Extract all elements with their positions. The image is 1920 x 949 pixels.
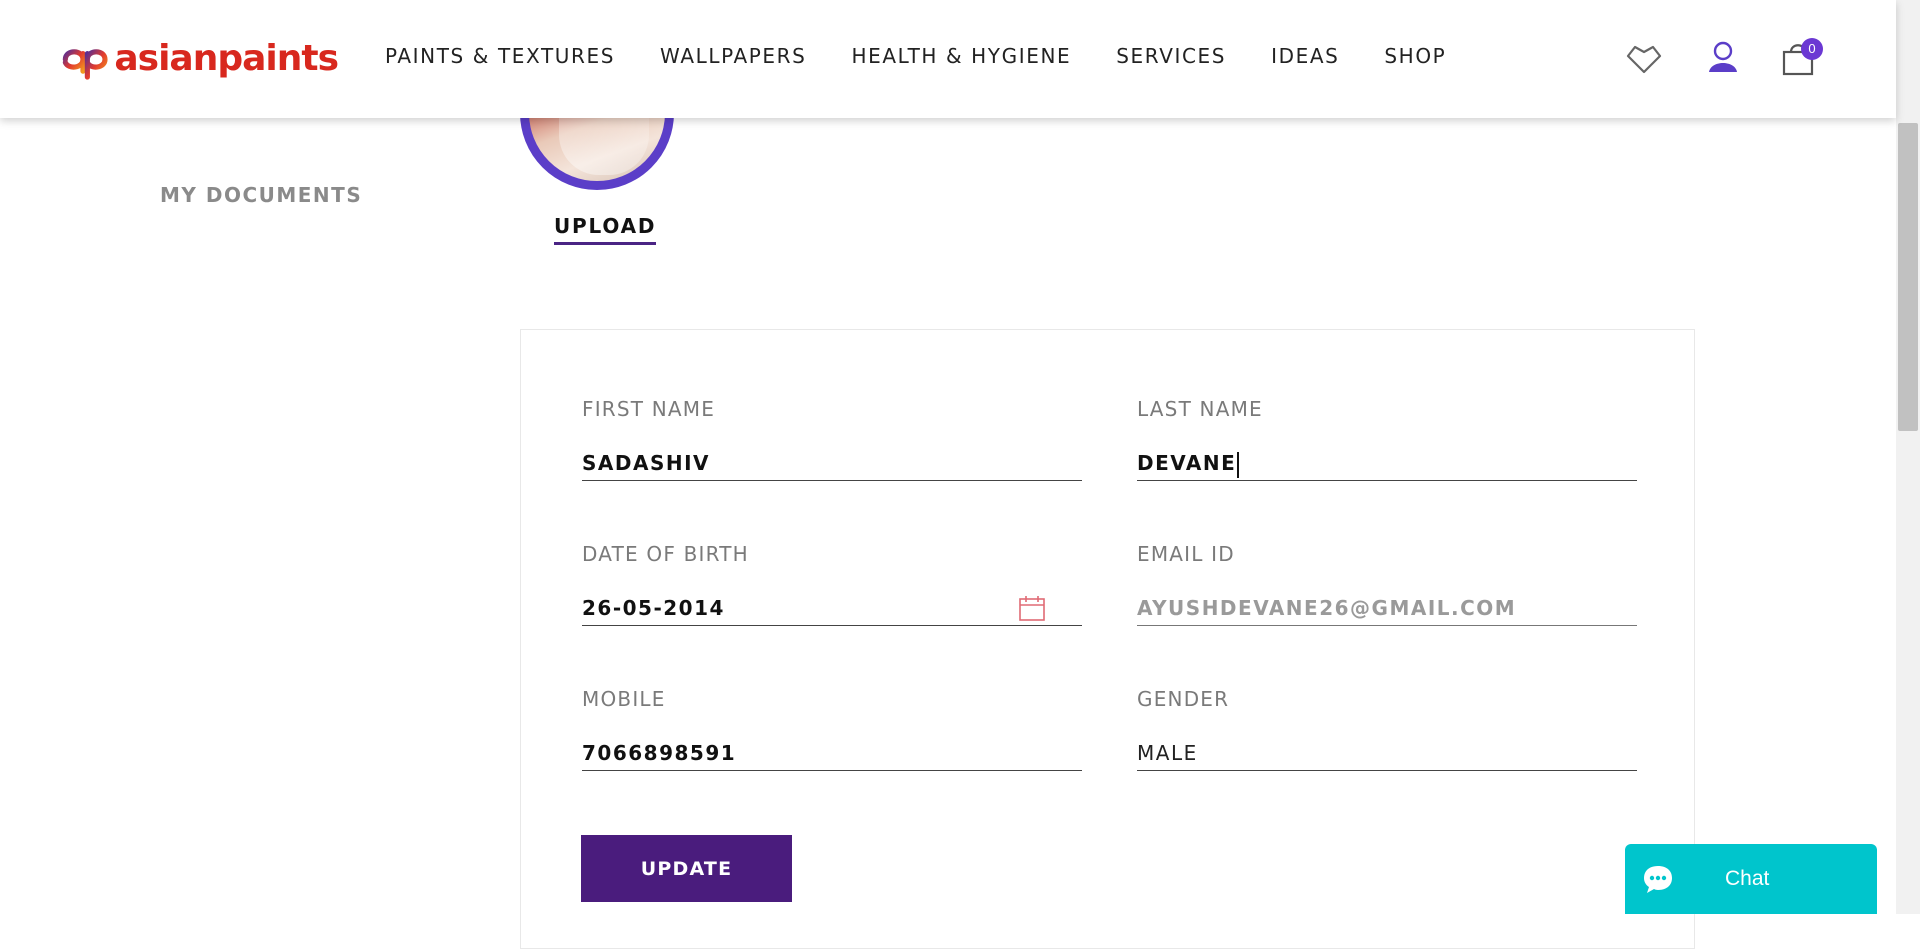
update-button[interactable]: UPDATE (581, 835, 792, 902)
wishlist-heart-icon[interactable] (1624, 38, 1664, 78)
user-account-icon[interactable] (1703, 38, 1743, 78)
scrollbar-thumb[interactable] (1898, 123, 1918, 431)
gender-select[interactable]: MALE (1137, 735, 1637, 771)
calendar-icon[interactable] (1018, 594, 1046, 622)
first-name-field: FIRST NAME SADASHIV (582, 397, 1082, 481)
last-name-input[interactable]: DEVANE (1137, 445, 1637, 481)
last-name-field: LAST NAME DEVANE (1137, 397, 1637, 481)
mobile-label: MOBILE (582, 687, 666, 711)
gender-field: GENDER MALE (1137, 687, 1637, 771)
main-nav: PAINTS & TEXTURES WALLPAPERS HEALTH & HY… (385, 0, 1491, 112)
upload-photo-link[interactable]: UPLOAD (554, 214, 657, 245)
cart-count-badge: 0 (1801, 38, 1823, 60)
sidebar-item-my-documents[interactable]: MY DOCUMENTS (160, 183, 362, 207)
mobile-input[interactable]: 7066898591 (582, 735, 1082, 771)
dob-input[interactable]: 26-05-2014 (582, 590, 1082, 626)
text-caret (1237, 451, 1239, 478)
asianpaints-logo[interactable]: asianpaints (58, 30, 339, 86)
last-name-label: LAST NAME (1137, 397, 1263, 421)
dob-label: DATE OF BIRTH (582, 542, 749, 566)
last-name-value: DEVANE (1137, 451, 1237, 475)
nav-shop[interactable]: SHOP (1384, 44, 1446, 68)
logo-text: asianpaints (114, 37, 339, 79)
nav-paints-textures[interactable]: PAINTS & TEXTURES (385, 44, 615, 68)
nav-ideas[interactable]: IDEAS (1271, 44, 1339, 68)
dob-field: DATE OF BIRTH 26-05-2014 (582, 542, 1082, 626)
logo-mark-icon (62, 49, 108, 80)
nav-health-hygiene[interactable]: HEALTH & HYGIENE (851, 44, 1071, 68)
first-name-label: FIRST NAME (582, 397, 716, 421)
first-name-input[interactable]: SADASHIV (582, 445, 1082, 481)
gender-label: GENDER (1137, 687, 1230, 711)
nav-wallpapers[interactable]: WALLPAPERS (660, 44, 806, 68)
email-field: EMAIL ID AYUSHDEVANE26@GMAIL.COM (1137, 542, 1637, 626)
email-input: AYUSHDEVANE26@GMAIL.COM (1137, 590, 1637, 626)
nav-services[interactable]: SERVICES (1116, 44, 1226, 68)
chat-label: Chat (1725, 867, 1770, 890)
mobile-field: MOBILE 7066898591 (582, 687, 1082, 771)
chat-button[interactable]: Chat (1625, 844, 1877, 914)
email-label: EMAIL ID (1137, 542, 1235, 566)
chat-bubble-icon (1644, 866, 1672, 893)
dob-value: 26-05-2014 (582, 596, 725, 620)
site-header: asianpaints PAINTS & TEXTURES WALLPAPERS… (0, 0, 1896, 118)
